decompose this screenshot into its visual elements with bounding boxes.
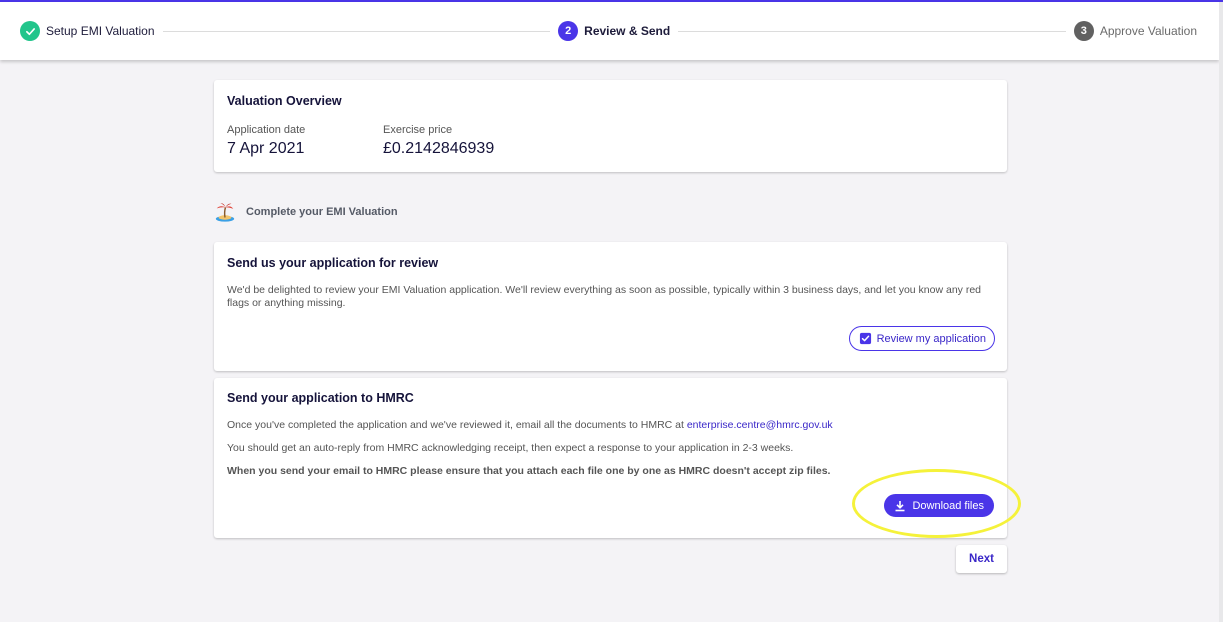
- desert-island-icon: [215, 203, 235, 222]
- review-card-title: Send us your application for review: [227, 256, 439, 270]
- hmrc-card-title: Send your application to HMRC: [227, 391, 414, 405]
- progress-stepper: Setup EMI Valuation 2 Review & Send 3 Ap…: [0, 2, 1219, 60]
- hmrc-instruction-response: You should get an auto-reply from HMRC a…: [227, 442, 794, 454]
- hmrc-email-text: Once you've completed the application an…: [227, 419, 687, 431]
- application-date-value: 7 Apr 2021: [227, 140, 305, 157]
- hmrc-instruction-email: Once you've completed the application an…: [227, 419, 994, 432]
- step-number-badge: 2: [558, 21, 579, 41]
- hmrc-email-link[interactable]: enterprise.centre@hmrc.gov.uk: [687, 419, 833, 431]
- next-button[interactable]: Next: [956, 545, 1007, 573]
- overview-title: Valuation Overview: [227, 94, 342, 108]
- scrollbar[interactable]: [1219, 2, 1223, 622]
- review-card-body: We'd be delighted to review your EMI Val…: [227, 284, 981, 309]
- step-label-setup: Setup EMI Valuation: [46, 24, 155, 38]
- step-connector: [162, 30, 551, 32]
- valuation-overview-card: Valuation Overview Application date 7 Ap…: [214, 80, 1007, 172]
- application-date-label: Application date: [227, 124, 306, 136]
- complete-heading-text: Complete your EMI Valuation: [246, 206, 398, 218]
- step-connector: [678, 30, 1066, 32]
- step-setup[interactable]: Setup EMI Valuation: [20, 21, 155, 41]
- review-application-card: Send us your application for review We'd…: [214, 242, 1007, 371]
- step-label-review-send: Review & Send: [584, 24, 671, 38]
- review-button-label: Review my application: [876, 332, 986, 345]
- step-label-approve: Approve Valuation: [1099, 24, 1198, 38]
- step-complete-check-icon: [20, 21, 40, 41]
- checkbox-checked-icon: [859, 332, 871, 345]
- step-number-badge: 3: [1073, 21, 1094, 41]
- complete-section-heading: Complete your EMI Valuation: [214, 201, 398, 223]
- exercise-price-label: Exercise price: [383, 124, 453, 136]
- step-approve[interactable]: 3 Approve Valuation: [1073, 21, 1198, 41]
- exercise-price-value: £0.2142846939: [383, 140, 495, 157]
- review-my-application-button[interactable]: Review my application: [848, 326, 995, 351]
- highlight-annotation-circle: [852, 469, 1021, 538]
- hmrc-instruction-attachments: When you send your email to HMRC please …: [227, 465, 831, 477]
- step-review-send[interactable]: 2 Review & Send: [558, 21, 670, 41]
